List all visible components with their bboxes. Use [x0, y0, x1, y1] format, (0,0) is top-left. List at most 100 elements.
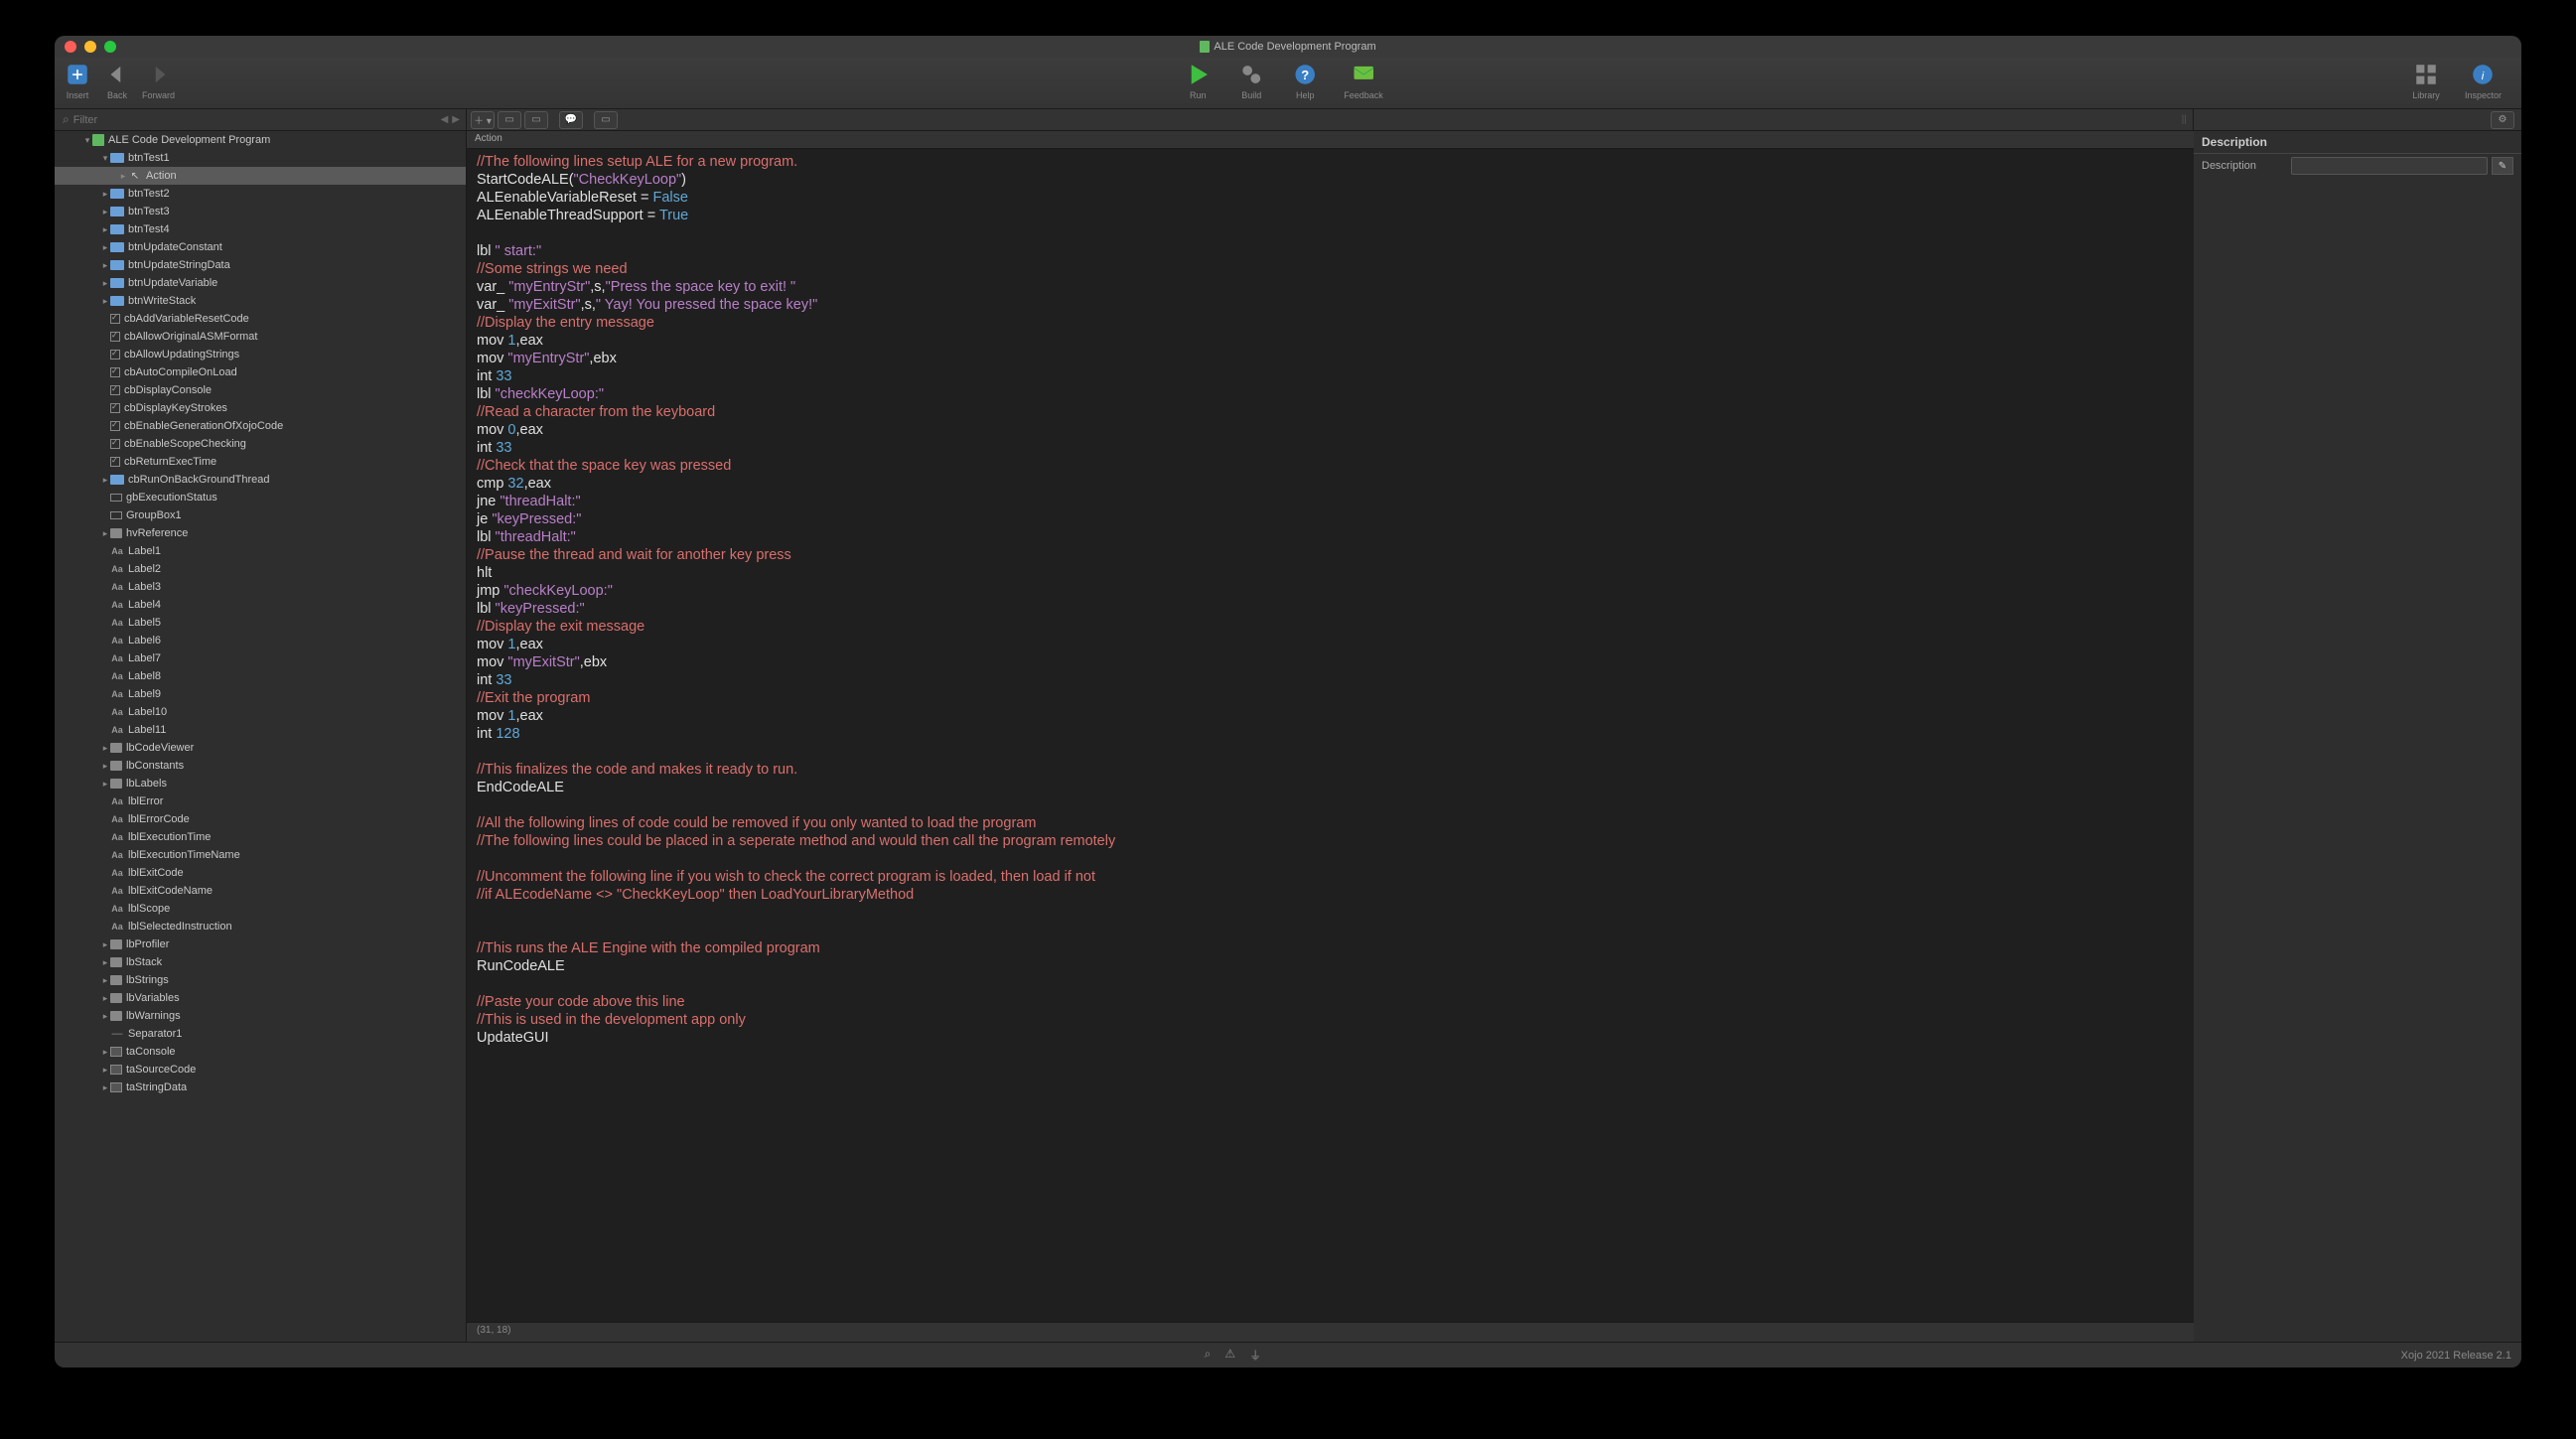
nav-item[interactable]: ▸AalblExecutionTimeName	[55, 846, 466, 864]
nav-item[interactable]: ▸lbStack	[55, 953, 466, 971]
nav-item[interactable]: ▸cbEnableScopeChecking	[55, 435, 466, 453]
nav-item[interactable]: ▸btnTest4	[55, 220, 466, 238]
view-mode-2[interactable]: ▭	[524, 111, 548, 129]
nav-item[interactable]: ▸AalblError	[55, 792, 466, 810]
nav-item[interactable]: ▸btnUpdateConstant	[55, 238, 466, 256]
nav-item[interactable]: ▸GroupBox1	[55, 506, 466, 524]
feedback-button[interactable]: Feedback	[1344, 60, 1383, 100]
nav-item-label: cbEnableGenerationOfXojoCode	[124, 420, 283, 432]
edit-description-button[interactable]: ✎	[2492, 157, 2513, 175]
nav-item[interactable]: ▸lbCodeViewer	[55, 739, 466, 757]
nav-item[interactable]: ▸btnUpdateStringData	[55, 256, 466, 274]
nav-item[interactable]: ▸AaLabel2	[55, 560, 466, 578]
nav-item[interactable]: ▸AalblScope	[55, 900, 466, 918]
nav-item[interactable]: ▸AalblExecutionTime	[55, 828, 466, 846]
checkbox-icon	[110, 314, 120, 324]
nav-item-label: lblExecutionTime	[128, 831, 211, 843]
close-button[interactable]	[65, 41, 76, 53]
forward-button[interactable]: Forward	[142, 60, 175, 100]
insert-button[interactable]: Insert	[63, 60, 92, 100]
help-button[interactable]: ? Help	[1290, 60, 1320, 100]
nav-item-label: Separator1	[128, 1028, 182, 1040]
nav-item[interactable]: ▸btnTest3	[55, 203, 466, 220]
nav-item[interactable]: ▸AaLabel1	[55, 542, 466, 560]
nav-item[interactable]: ▸AaLabel3	[55, 578, 466, 596]
label-icon: Aa	[110, 617, 124, 629]
nav-item[interactable]: ▸cbRunOnBackGroundThread	[55, 471, 466, 489]
build-button[interactable]: Build	[1236, 60, 1266, 100]
checkbox-icon	[110, 367, 120, 377]
nav-item-label: btnTest3	[128, 206, 170, 217]
nav-item[interactable]: ▸btnTest2	[55, 185, 466, 203]
nav-item-label: gbExecutionStatus	[126, 492, 217, 504]
run-button[interactable]: Run	[1183, 60, 1213, 100]
nav-item[interactable]: ▸lbStrings	[55, 971, 466, 989]
warnings-footer-icon[interactable]: ⚠	[1224, 1347, 1235, 1364]
nav-item[interactable]: ▸taSourceCode	[55, 1061, 466, 1079]
nav-item-label: Action	[146, 170, 177, 182]
folder-icon	[110, 278, 124, 288]
nav-item[interactable]: ▸cbAddVariableResetCode	[55, 310, 466, 328]
nav-item[interactable]: ▸AaLabel10	[55, 703, 466, 721]
nav-item[interactable]: ▸lbVariables	[55, 989, 466, 1007]
nav-item[interactable]: ▸cbDisplayKeyStrokes	[55, 399, 466, 417]
nav-item[interactable]: ▸—Separator1	[55, 1025, 466, 1043]
comment-button[interactable]: 💬	[559, 111, 583, 129]
nav-item[interactable]: ▸cbAutoCompileOnLoad	[55, 363, 466, 381]
nav-item[interactable]: ▸cbEnableGenerationOfXojoCode	[55, 417, 466, 435]
inspector-description-value[interactable]	[2291, 157, 2488, 175]
messages-footer-icon[interactable]: ⏚	[1249, 1347, 1261, 1364]
nav-item-label: Label5	[128, 617, 161, 629]
nav-item-label: lbCodeViewer	[126, 742, 194, 754]
nav-item[interactable]: ▸AalblExitCodeName	[55, 882, 466, 900]
nav-item[interactable]: ▸AaLabel4	[55, 596, 466, 614]
back-button[interactable]: Back	[102, 60, 132, 100]
nav-item[interactable]: ▸lbProfiler	[55, 935, 466, 953]
code-editor[interactable]: //The following lines setup ALE for a ne…	[467, 149, 2194, 1322]
nav-item[interactable]: ▸AalblSelectedInstruction	[55, 918, 466, 935]
nav-item[interactable]: ▸AalblErrorCode	[55, 810, 466, 828]
add-tab-button[interactable]: ＋ ▾	[471, 111, 495, 129]
nav-item[interactable]: ▸taStringData	[55, 1079, 466, 1096]
nav-item[interactable]: ▸AaLabel5	[55, 614, 466, 632]
nav-item[interactable]: ▸↖Action	[55, 167, 466, 185]
view-mode-1[interactable]: ▭	[498, 111, 521, 129]
nav-root[interactable]: ▾ALE Code Development Program	[55, 131, 466, 149]
nav-item[interactable]: ▸lbConstants	[55, 757, 466, 775]
library-button[interactable]: Library	[2411, 60, 2441, 100]
nav-item[interactable]: ▸hvReference	[55, 524, 466, 542]
nav-item[interactable]: ▸AaLabel11	[55, 721, 466, 739]
nav-item[interactable]: ▸AaLabel8	[55, 667, 466, 685]
inspector-gear-button[interactable]: ⚙	[2491, 111, 2514, 129]
filter-input[interactable]	[73, 114, 352, 126]
editor-collapse-arrow[interactable]: ||	[2180, 114, 2189, 125]
navigator[interactable]: ▾ALE Code Development Program▾btnTest1▸↖…	[55, 131, 467, 1342]
nav-item-label: Label2	[128, 563, 161, 575]
nav-item[interactable]: ▸cbAllowOriginalASMFormat	[55, 328, 466, 346]
nav-item[interactable]: ▸cbAllowUpdatingStrings	[55, 346, 466, 363]
version-label: Xojo 2021 Release 2.1	[2401, 1350, 2511, 1362]
maximize-button[interactable]	[104, 41, 116, 53]
nav-item[interactable]: ▸AaLabel9	[55, 685, 466, 703]
nav-item[interactable]: ▸cbDisplayConsole	[55, 381, 466, 399]
nav-forward-arrow[interactable]: ▶	[450, 114, 462, 125]
nav-item[interactable]: ▸AaLabel7	[55, 649, 466, 667]
nav-back-arrow[interactable]: ◀	[439, 114, 451, 125]
inspector-section-header: Description	[2194, 131, 2521, 154]
minimize-button[interactable]	[84, 41, 96, 53]
nav-item[interactable]: ▸lbLabels	[55, 775, 466, 792]
nav-item[interactable]: ▸gbExecutionStatus	[55, 489, 466, 506]
nav-item[interactable]: ▸taConsole	[55, 1043, 466, 1061]
search-footer-icon[interactable]: ⌕	[1205, 1347, 1212, 1364]
nav-item[interactable]: ▸cbReturnExecTime	[55, 453, 466, 471]
nav-item[interactable]: ▸btnWriteStack	[55, 292, 466, 310]
inspector-button[interactable]: i Inspector	[2465, 60, 2502, 100]
nav-item-label: lbVariables	[126, 992, 180, 1004]
nav-item[interactable]: ▸btnUpdateVariable	[55, 274, 466, 292]
nav-item[interactable]: ▸AalblExitCode	[55, 864, 466, 882]
nav-item[interactable]: ▸AaLabel6	[55, 632, 466, 649]
breadcrumb[interactable]: Action	[467, 131, 2194, 149]
panel-button[interactable]: ▭	[594, 111, 618, 129]
nav-item[interactable]: ▸lbWarnings	[55, 1007, 466, 1025]
nav-item[interactable]: ▾btnTest1	[55, 149, 466, 167]
